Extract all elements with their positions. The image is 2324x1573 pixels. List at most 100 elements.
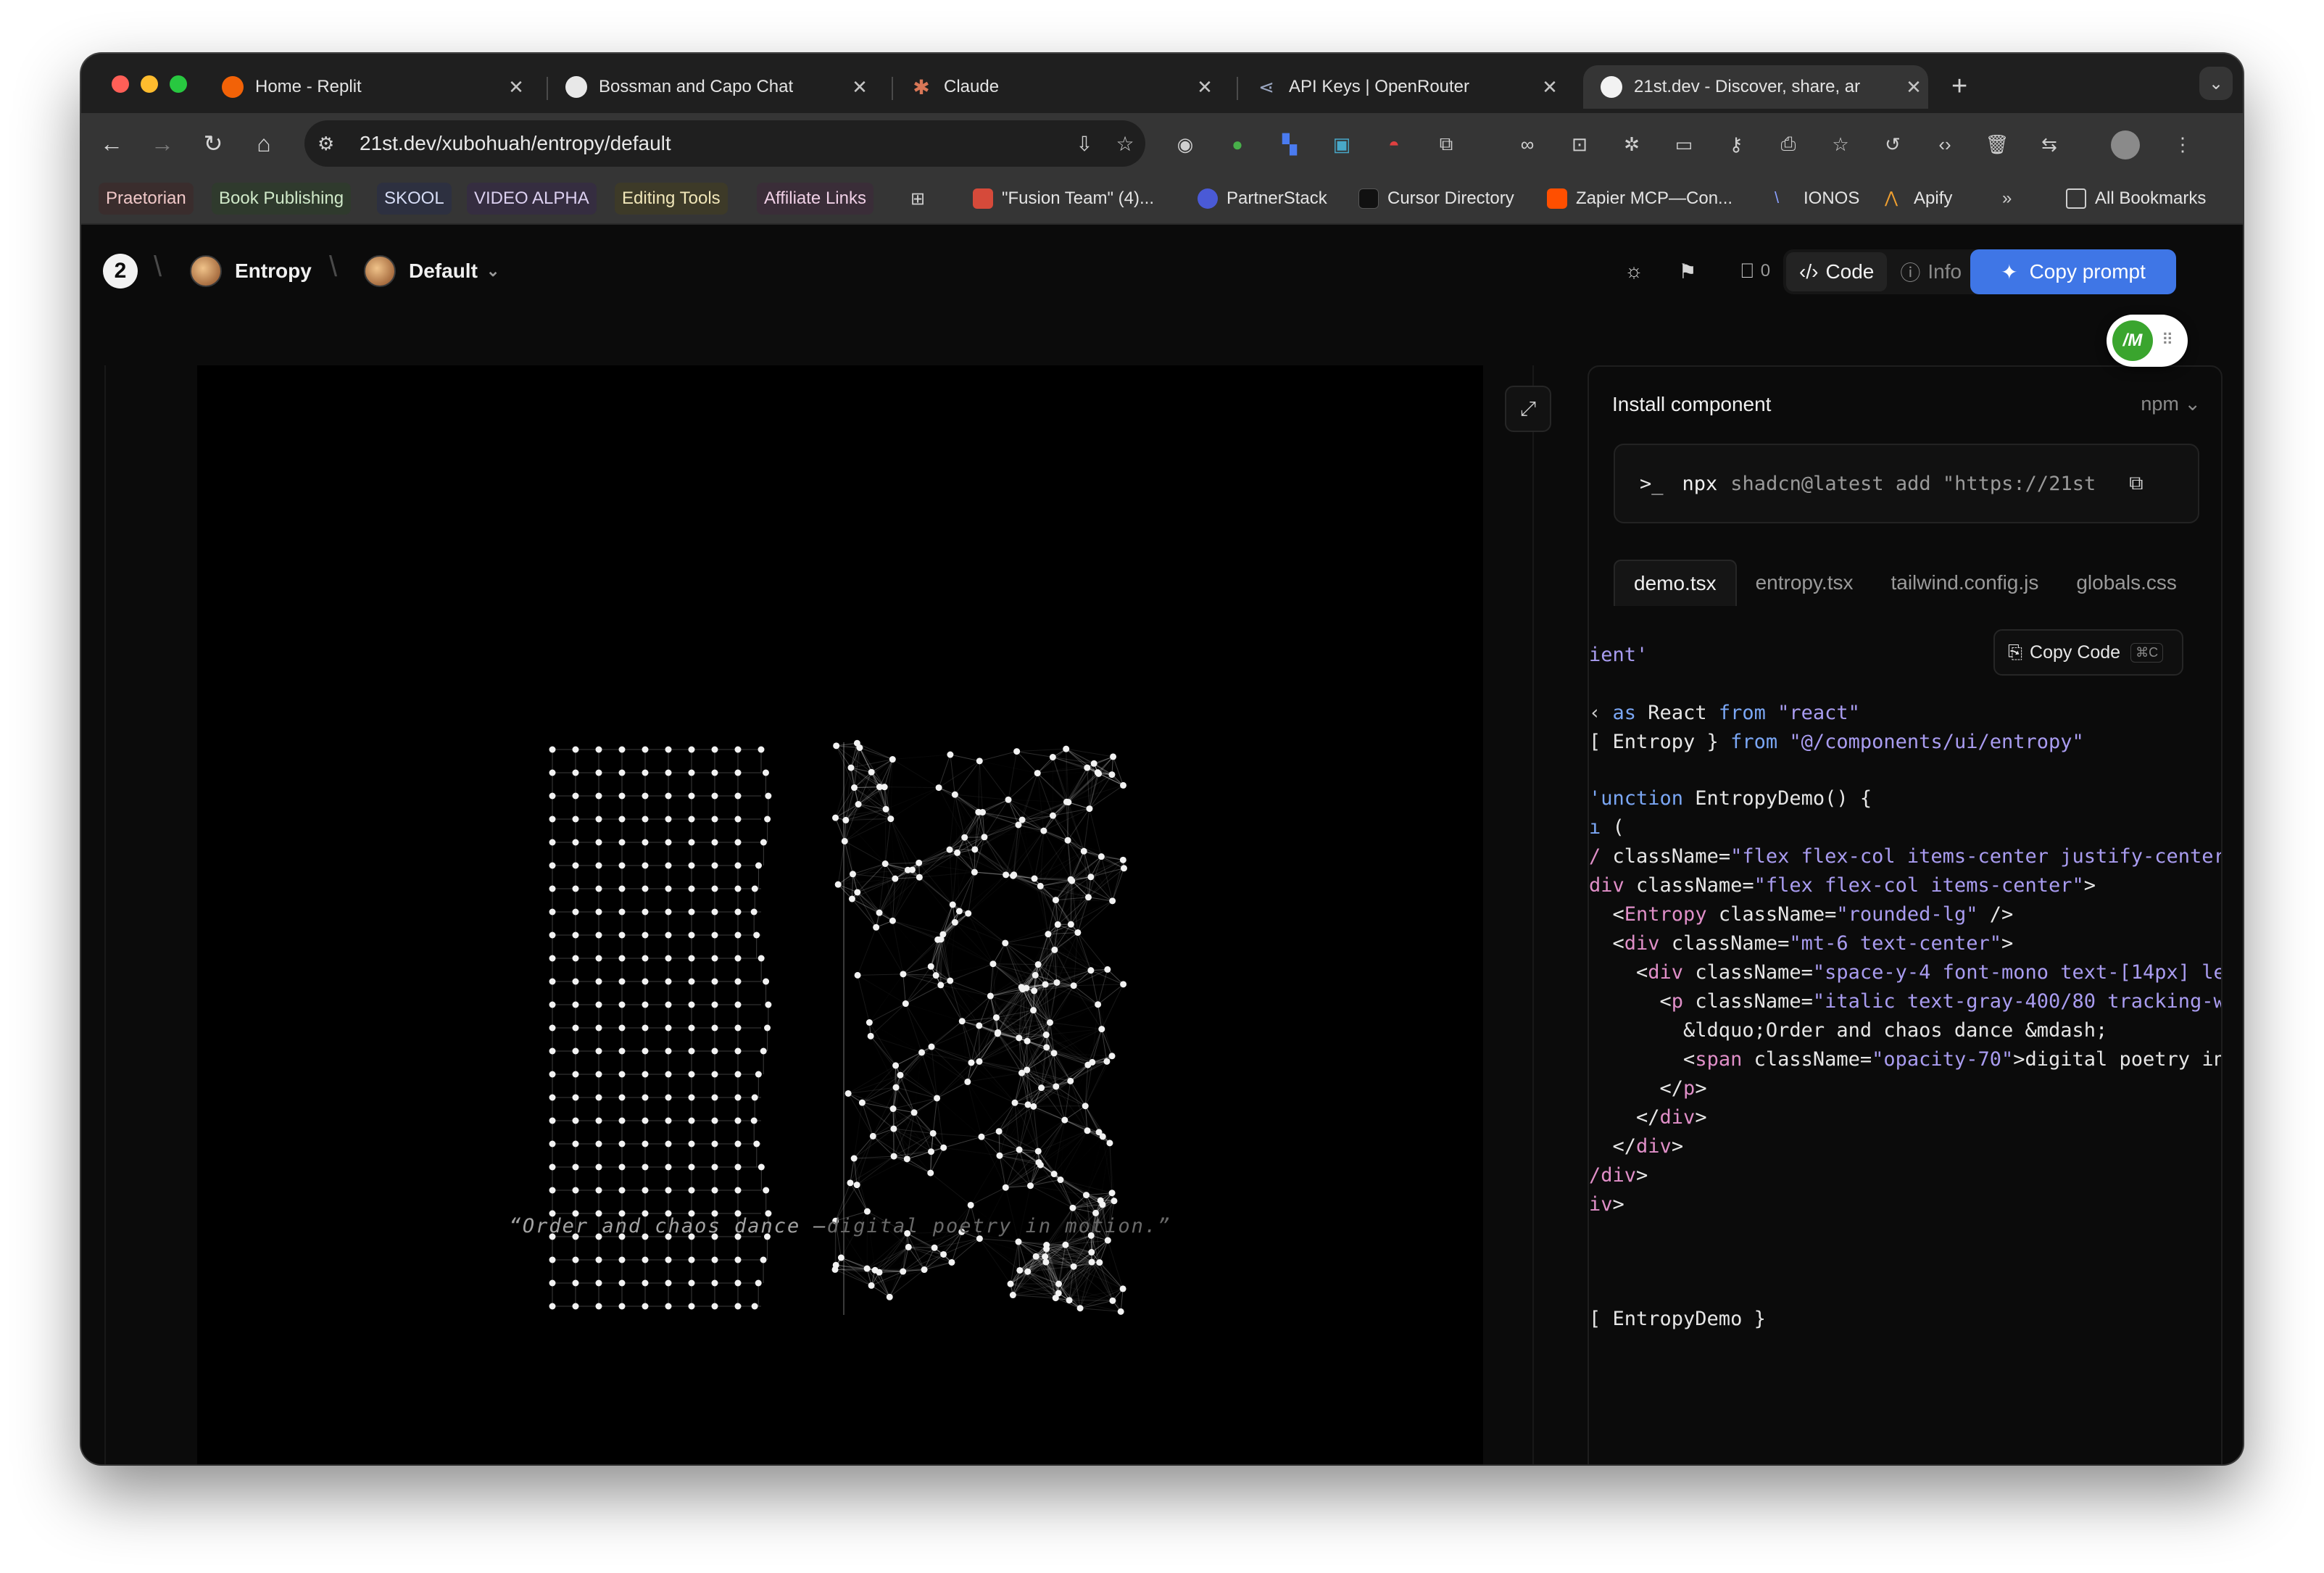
bookmark-label: Praetorian: [106, 188, 186, 208]
bug-icon[interactable]: ✲: [1618, 130, 1646, 158]
code-tab[interactable]: ‹/› Code: [1786, 252, 1888, 291]
profile-avatar[interactable]: [2111, 130, 2140, 159]
chaos-particle: [1051, 946, 1058, 953]
forward-icon[interactable]: →: [145, 126, 180, 161]
close-window-button[interactable]: [112, 75, 129, 93]
copy-code-button[interactable]: ⎘ Copy Code ⌘C: [1993, 629, 2183, 676]
bookmark-video-alpha[interactable]: VIDEO ALPHA: [467, 183, 597, 215]
tab-21st-dev[interactable]: 21st.dev - Discover, share, ar ✕: [1583, 65, 1928, 109]
bookmark-skool[interactable]: SKOOL: [377, 183, 452, 215]
close-tab-icon[interactable]: ✕: [1190, 76, 1219, 99]
bookmark-fusion-team[interactable]: "Fusion Team" (4)...: [966, 183, 1161, 215]
maximize-window-button[interactable]: [170, 75, 187, 93]
info-tab[interactable]: ⓘ Info: [1887, 252, 1975, 291]
grid-particle: [595, 1279, 602, 1287]
flag-icon[interactable]: ⚑: [1673, 257, 1702, 286]
close-tab-icon[interactable]: ✕: [502, 76, 531, 99]
tab-tailwind-config[interactable]: tailwind.config.js: [1872, 560, 2057, 606]
install-command[interactable]: >_ npx shadcn@latest add "https://21st ⧉: [1614, 444, 2199, 523]
breadcrumb-component[interactable]: Entropy: [190, 254, 312, 289]
grid-particle: [688, 955, 695, 962]
grid-particle: [618, 769, 626, 776]
21st-logo[interactable]: 2: [103, 254, 138, 289]
close-tab-icon[interactable]: ✕: [1535, 76, 1564, 99]
url-text[interactable]: 21st.dev/xubohuah/entropy/default: [360, 132, 1064, 155]
bookmark-ionos[interactable]: \ IONOS: [1767, 183, 1867, 215]
grid-particle: [753, 931, 760, 939]
bookmark-book-publishing[interactable]: Book Publishing: [212, 183, 352, 215]
site-settings-icon[interactable]: ⚙: [318, 133, 346, 155]
grid-particle: [711, 1001, 718, 1008]
devices-icon[interactable]: ▭: [1670, 130, 1698, 158]
bookmark-zapier-mcp[interactable]: Zapier MCP—Con...: [1540, 183, 1740, 215]
menu-kebab-icon[interactable]: ⋮: [2169, 130, 2196, 158]
code-icon[interactable]: ‹›: [1931, 130, 1959, 158]
tab-replit[interactable]: Home - Replit ✕: [204, 65, 531, 109]
more-bookmarks-button[interactable]: »: [1995, 183, 2019, 215]
bookmark-star-icon[interactable]: ☆: [1105, 132, 1145, 156]
trash-icon[interactable]: 🗑: [1983, 130, 2011, 158]
screenshot-icon[interactable]: ⊡: [1566, 130, 1593, 158]
tab-demo-tsx[interactable]: demo.tsx: [1614, 560, 1737, 606]
grid-particle: [688, 885, 695, 892]
back-icon[interactable]: ←: [94, 126, 129, 161]
bookmark-praetorian[interactable]: Praetorian: [99, 183, 194, 215]
extension-4-icon[interactable]: ▣: [1328, 130, 1356, 158]
apps-grid-icon[interactable]: ⊞: [903, 183, 932, 215]
grid-particle: [755, 1071, 762, 1078]
extension-2-icon[interactable]: ●: [1224, 130, 1251, 158]
grid-particle: [595, 1047, 602, 1055]
chaos-particle: [1084, 894, 1092, 901]
bookmark-cursor-directory[interactable]: Cursor Directory: [1351, 183, 1522, 215]
translate-icon[interactable]: ⇆: [2035, 130, 2063, 158]
grid-particle: [665, 1163, 672, 1171]
bookmark-partnerstack[interactable]: PartnerStack: [1190, 183, 1335, 215]
copy-icon[interactable]: ⧉: [2129, 472, 2143, 495]
grid-particle: [618, 1303, 626, 1310]
extension-1-icon[interactable]: ◉: [1171, 130, 1199, 158]
tab-entropy-tsx[interactable]: entropy.tsx: [1737, 560, 1872, 606]
tab-search-icon[interactable]: ⌄: [2199, 67, 2233, 100]
chaos-particle: [1082, 1103, 1089, 1110]
grid-particle: [618, 1071, 626, 1078]
package-manager-select[interactable]: npm ⌄: [2141, 393, 2201, 415]
bookmark-affiliate-links[interactable]: Affiliate Links: [757, 183, 873, 215]
copy-prompt-button[interactable]: ✦ Copy prompt: [1970, 249, 2176, 294]
tab-claude[interactable]: ✱ Claude ✕: [893, 65, 1219, 109]
expand-icon[interactable]: ⤢: [1505, 386, 1551, 432]
variant-dropdown[interactable]: Default ⌄: [364, 254, 499, 289]
tab-openrouter[interactable]: ⋖ API Keys | OpenRouter ✕: [1238, 65, 1564, 109]
tab-globals-css[interactable]: globals.css: [2057, 560, 2196, 606]
all-bookmarks-folder[interactable]: All Bookmarks: [2059, 183, 2213, 215]
floating-extension-badge[interactable]: /M ⠿: [2107, 315, 2188, 367]
install-app-icon[interactable]: ⇩: [1064, 132, 1105, 156]
grid-particle: [642, 908, 649, 916]
link-icon[interactable]: ∞: [1514, 130, 1541, 158]
extension-5-icon[interactable]: ◓: [1380, 130, 1408, 158]
bookmarks-bar: Praetorian Book Publishing SKOOL VIDEO A…: [81, 174, 2243, 225]
tab-bossman-chat[interactable]: Bossman and Capo Chat ✕: [548, 65, 874, 109]
bookmark-button[interactable]: ⎕ 0: [1727, 257, 1785, 286]
bookmark-apify[interactable]: ⋀ Apify: [1877, 183, 1959, 215]
favorites-icon[interactable]: ☆: [1827, 130, 1854, 158]
grid-particle: [688, 746, 695, 753]
history-icon[interactable]: ↺: [1879, 130, 1906, 158]
grid-particle: [688, 1163, 695, 1171]
grid-particle: [711, 1071, 718, 1078]
home-icon[interactable]: ⌂: [246, 126, 281, 161]
new-tab-button[interactable]: +: [1951, 71, 1967, 102]
theme-toggle-icon[interactable]: ☼: [1619, 257, 1648, 286]
close-tab-icon[interactable]: ✕: [1899, 76, 1928, 99]
bookmark-editing-tools[interactable]: Editing Tools: [615, 183, 728, 215]
minimize-window-button[interactable]: [141, 75, 158, 93]
extension-3-icon[interactable]: ▚: [1276, 130, 1303, 158]
key-icon[interactable]: ⚷: [1722, 130, 1750, 158]
drag-handle-icon[interactable]: ⠿: [2162, 331, 2173, 349]
close-tab-icon[interactable]: ✕: [845, 76, 874, 99]
address-bar[interactable]: ⚙ 21st.dev/xubohuah/entropy/default ⇩ ☆: [304, 120, 1145, 167]
chaos-particle: [910, 1109, 918, 1116]
print-icon[interactable]: ⎙: [1775, 130, 1802, 158]
reload-icon[interactable]: ↻: [196, 126, 231, 161]
grid-particle: [595, 1024, 602, 1032]
extensions-puzzle-icon[interactable]: ⧉: [1432, 130, 1460, 158]
